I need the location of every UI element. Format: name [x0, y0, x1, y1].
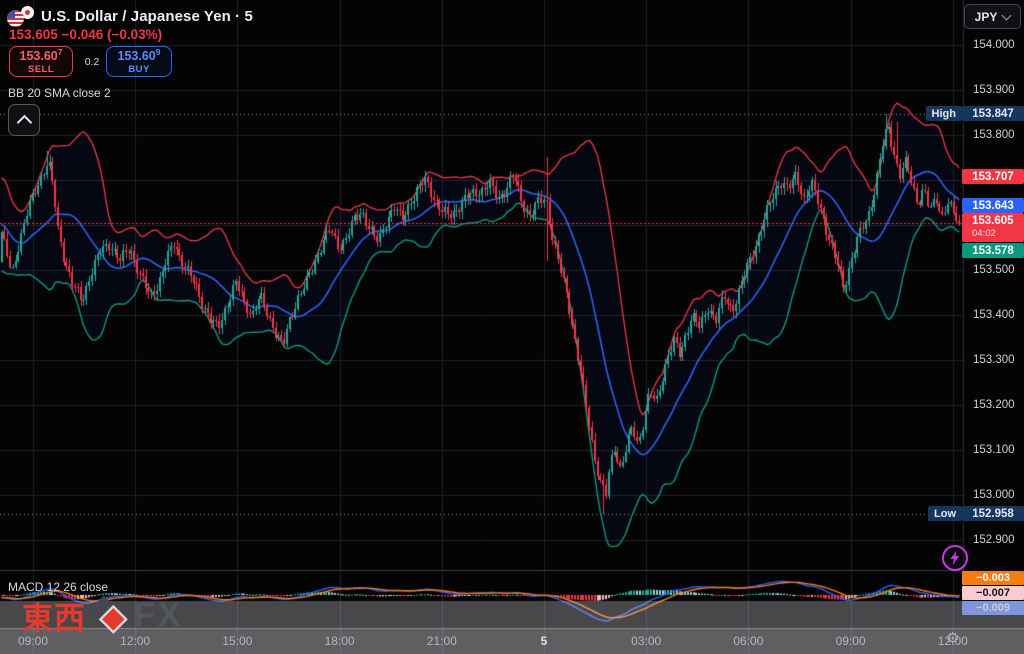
sell-price: 153.607	[20, 48, 63, 63]
macd-histogram-badge: −0.007	[962, 586, 1024, 600]
price-axis-label: 153.200	[973, 399, 1015, 411]
price-axis-label: 153.000	[973, 489, 1015, 501]
watermark-fx: FX	[134, 596, 183, 635]
low-value-badge: 152.958	[962, 506, 1024, 521]
collapse-legend-button[interactable]	[8, 104, 40, 136]
spread-value: 0.2	[81, 56, 103, 68]
bb-indicator-label[interactable]: BB 20 SMA close 2	[8, 86, 111, 100]
sell-button[interactable]: 153.607 SELL	[9, 46, 73, 77]
broker-diamond-icon	[86, 592, 132, 638]
broker-watermark: 東西 FX	[22, 592, 183, 638]
buy-label: BUY	[128, 65, 150, 75]
lightning-action-icon[interactable]	[941, 544, 969, 577]
chevron-up-icon	[16, 114, 32, 130]
price-axis-label: 152.900	[973, 534, 1015, 546]
price-axis-label: 153.400	[973, 309, 1015, 321]
bb-upper-badge: 153.707	[962, 169, 1024, 184]
price-axis-label: 153.300	[973, 354, 1015, 366]
time-axis-label: 06:00	[733, 634, 763, 648]
axis-settings-gear-icon[interactable]: ⚙	[946, 629, 959, 647]
last-price-badge: 153.605 04:02	[962, 213, 1024, 242]
time-axis-label: 18:00	[325, 634, 355, 648]
time-axis-label: 03:00	[631, 634, 661, 648]
time-axis-label: 5	[541, 634, 548, 648]
time-axis-label: 09:00	[836, 634, 866, 648]
buy-button[interactable]: 153.609 BUY	[106, 46, 172, 77]
bar-countdown: 04:02	[972, 229, 1024, 240]
watermark-kanji: 東西	[22, 593, 86, 638]
price-axis-label: 153.800	[973, 129, 1015, 141]
last-price-value: 153.605	[972, 215, 1024, 228]
symbol-title: U.S. Dollar / Japanese Yen · 5	[41, 8, 253, 25]
high-tag: High	[926, 106, 962, 121]
high-value-badge: 153.847	[962, 106, 1024, 121]
time-axis-label: 15:00	[222, 634, 252, 648]
time-axis-label: 21:00	[427, 634, 457, 648]
trading-app: U.S. Dollar / Japanese Yen · 5 153.605 −…	[0, 0, 1024, 654]
price-axis-label: 153.100	[973, 444, 1015, 456]
sell-label: SELL	[28, 65, 54, 75]
buy-price: 153.609	[118, 48, 161, 63]
price-axis-label: 154.000	[973, 39, 1015, 51]
price-axis-label: 153.500	[973, 264, 1015, 276]
bb-lower-badge: 153.578	[962, 243, 1024, 258]
price-change-line: 153.605 −0.046 (−0.03%)	[9, 27, 162, 42]
price-axis-label: 153.900	[973, 84, 1015, 96]
symbol-header[interactable]: U.S. Dollar / Japanese Yen · 5	[7, 6, 253, 27]
price-chart-canvas[interactable]	[0, 0, 1024, 654]
low-tag: Low	[928, 506, 962, 521]
bb-basis-badge: 153.643	[962, 198, 1024, 213]
macd-line-badge: −0.009	[962, 601, 1024, 615]
usdjpy-flag-icon	[7, 6, 34, 27]
macd-signal-badge: −0.003	[962, 571, 1024, 585]
